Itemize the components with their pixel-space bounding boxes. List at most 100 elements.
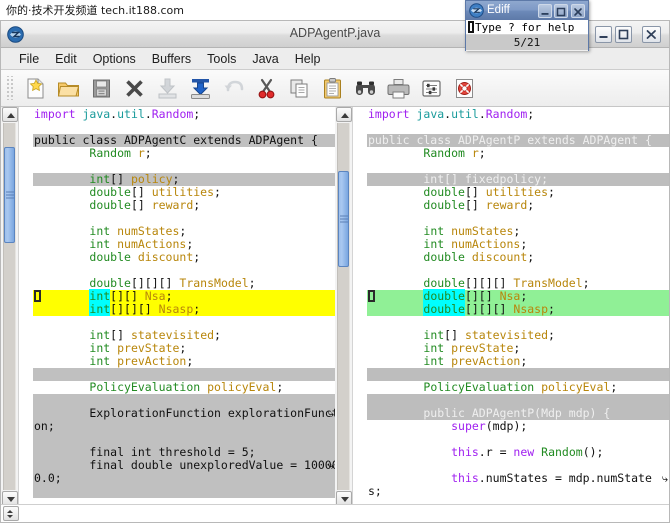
code-token: .r = xyxy=(478,445,514,459)
print-icon[interactable] xyxy=(382,73,415,104)
ediff-title: Ediff xyxy=(487,4,510,16)
code-token: [] xyxy=(110,328,131,342)
code-token: double xyxy=(423,198,465,212)
minibuffer[interactable] xyxy=(1,504,669,522)
code-token: r xyxy=(130,146,145,160)
code-token: int xyxy=(423,354,445,368)
ediff-diff-position: 5/21 xyxy=(466,35,588,50)
code-token: int xyxy=(423,237,445,251)
text-cursor xyxy=(368,290,375,302)
code-token: import xyxy=(368,107,417,121)
code-token: ; xyxy=(186,354,194,368)
scroll-up-icon[interactable] xyxy=(2,107,18,122)
code-token: Random xyxy=(541,445,583,459)
help-icon[interactable] xyxy=(448,73,481,104)
close-icon[interactable] xyxy=(642,26,661,43)
preferences-icon[interactable] xyxy=(415,73,448,104)
search-icon[interactable] xyxy=(349,73,382,104)
menu-item-tools[interactable]: Tools xyxy=(199,50,244,68)
minimize-icon[interactable] xyxy=(595,26,612,43)
paste-icon[interactable] xyxy=(316,73,349,104)
code-token: double xyxy=(89,276,131,290)
code-token: ; xyxy=(214,185,221,199)
code-line: double discount; xyxy=(33,251,335,264)
code-text-pane-b[interactable]: import java.util.Random; public class ADP… xyxy=(367,107,669,506)
code-token: ; xyxy=(610,380,618,394)
code-line: import java.util.Random; xyxy=(33,108,335,121)
scroll-up-icon[interactable] xyxy=(336,107,352,122)
ediff-help-message[interactable]: Type ? for help xyxy=(466,20,588,35)
code-token: int xyxy=(89,354,111,368)
maximize-icon[interactable] xyxy=(554,4,568,18)
save-file-icon[interactable] xyxy=(85,73,118,104)
code-token: double xyxy=(89,250,131,264)
code-token: mdp xyxy=(492,419,514,433)
cut-icon[interactable] xyxy=(250,73,283,104)
line-wrap-icon: ⤷ xyxy=(327,459,334,472)
close-icon[interactable] xyxy=(571,4,585,18)
code-text-pane-a[interactable]: import java.util.Random; public class ADP… xyxy=(33,107,335,506)
menu-item-help[interactable]: Help xyxy=(287,50,329,68)
code-token: utilities xyxy=(485,185,549,199)
code-token: ; xyxy=(548,302,555,316)
scrollbar-trough-a[interactable] xyxy=(3,123,16,490)
code-token: discount xyxy=(130,250,194,264)
code-token: int xyxy=(89,341,111,355)
code-token: int xyxy=(89,237,111,251)
menu-item-java[interactable]: Java xyxy=(244,50,286,68)
code-token: ; xyxy=(582,276,590,290)
scrollbar-pane-a[interactable] xyxy=(1,107,19,506)
maximize-icon[interactable] xyxy=(615,26,632,43)
code-token: 0.0; xyxy=(34,471,62,485)
code-token: prevAction xyxy=(110,354,187,368)
resize-grip-icon[interactable] xyxy=(3,506,19,521)
menu-item-edit[interactable]: Edit xyxy=(47,50,85,68)
close-buffer-icon[interactable] xyxy=(118,73,151,104)
code-token: policyEval xyxy=(200,380,277,394)
code-token: prevState xyxy=(110,341,180,355)
menu-item-options[interactable]: Options xyxy=(85,50,144,68)
undo-icon[interactable] xyxy=(217,73,250,104)
code-token: int xyxy=(423,328,445,342)
code-line: PolicyEvaluation policyEval; xyxy=(33,381,335,394)
code-token: final double unexploredValue = 100000 xyxy=(34,458,335,472)
toolbar-grip[interactable] xyxy=(5,76,15,100)
code-token: int xyxy=(89,328,111,342)
code-token: TransModel xyxy=(513,276,583,290)
code-token: discount xyxy=(464,250,528,264)
minimize-icon[interactable] xyxy=(538,4,552,18)
code-token: ; xyxy=(527,107,535,121)
revert-icon[interactable] xyxy=(184,73,217,104)
ediff-titlebar[interactable]: Ediff xyxy=(466,1,588,20)
code-token: [][][] xyxy=(110,302,159,316)
menu-item-file[interactable]: File xyxy=(11,50,47,68)
code-token: int xyxy=(89,172,111,186)
scrollbar-thumb-b[interactable] xyxy=(338,171,349,267)
code-line: double discount; xyxy=(367,251,669,264)
scrollbar-trough-b[interactable] xyxy=(337,123,350,490)
save-as-icon[interactable] xyxy=(151,73,184,104)
scrollbar-pane-b[interactable] xyxy=(335,107,353,506)
code-token: [] xyxy=(110,172,131,186)
menu-item-buffers[interactable]: Buffers xyxy=(144,50,199,68)
text-cursor xyxy=(468,21,474,33)
code-token: ; xyxy=(144,146,152,160)
code-line: super(mdp); xyxy=(367,420,669,433)
scrollbar-thumb-a[interactable] xyxy=(4,147,15,243)
open-folder-icon[interactable] xyxy=(52,73,85,104)
menubar: File Edit Options Buffers Tools Java Hel… xyxy=(1,48,669,70)
code-token: ; xyxy=(179,341,187,355)
copy-icon[interactable] xyxy=(283,73,316,104)
code-token: Nsa xyxy=(499,289,521,303)
new-file-icon[interactable] xyxy=(19,73,52,104)
code-line: 0.0;↳ xyxy=(33,472,335,485)
code-token: (); xyxy=(582,445,604,459)
code-token: new xyxy=(513,445,535,459)
